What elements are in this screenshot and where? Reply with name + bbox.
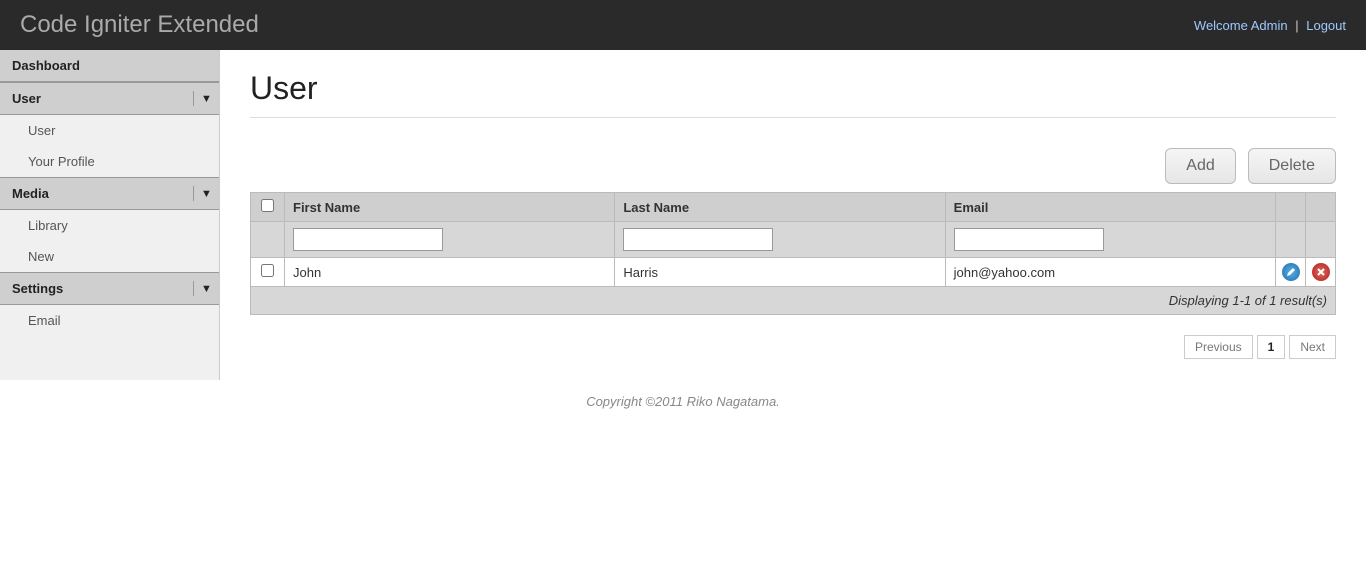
- sidebar-item-your-profile[interactable]: Your Profile: [0, 146, 219, 177]
- page-title: User: [250, 70, 1336, 107]
- add-button[interactable]: Add: [1165, 148, 1235, 184]
- sidebar: Dashboard User ▼ User Your Profile Media…: [0, 50, 220, 380]
- header-edit-col: [1276, 193, 1306, 222]
- sidebar-label-settings: Settings: [12, 281, 63, 296]
- sidebar-item-dashboard[interactable]: Dashboard: [0, 50, 219, 82]
- table-footer-row: Displaying 1-1 of 1 result(s): [251, 287, 1336, 315]
- sidebar-label-dashboard: Dashboard: [12, 58, 80, 73]
- main-content: User Add Delete First Name Last Name Ema…: [220, 50, 1366, 380]
- pager-next[interactable]: Next: [1289, 335, 1336, 359]
- select-all-checkbox[interactable]: [261, 199, 274, 212]
- logout-link[interactable]: Logout: [1306, 18, 1346, 33]
- table-summary: Displaying 1-1 of 1 result(s): [251, 287, 1336, 315]
- filter-edit-cell: [1276, 222, 1306, 258]
- row-checkbox[interactable]: [261, 264, 274, 277]
- chevron-down-icon[interactable]: ▼: [193, 186, 219, 201]
- delete-button[interactable]: Delete: [1248, 148, 1336, 184]
- header-email[interactable]: Email: [945, 193, 1275, 222]
- sidebar-label-media: Media: [12, 186, 49, 201]
- header-delete-col: [1306, 193, 1336, 222]
- cell-last-name: Harris: [615, 258, 945, 287]
- filter-checkbox-cell: [251, 222, 285, 258]
- filter-last-name-cell: [615, 222, 945, 258]
- divider: [250, 117, 1336, 118]
- brand-title: Code Igniter Extended: [20, 11, 259, 39]
- action-bar: Add Delete: [250, 148, 1336, 184]
- cell-first-name: John: [285, 258, 615, 287]
- delete-icon[interactable]: [1312, 263, 1330, 281]
- page-footer: Copyright ©2011 Riko Nagatama.: [0, 380, 1366, 423]
- header-checkbox-cell: [251, 193, 285, 222]
- filter-last-name-input[interactable]: [623, 228, 773, 251]
- sidebar-item-user[interactable]: User: [0, 115, 219, 146]
- chevron-down-icon[interactable]: ▼: [193, 91, 219, 106]
- edit-icon[interactable]: [1282, 263, 1300, 281]
- filter-first-name-input[interactable]: [293, 228, 443, 251]
- sidebar-item-email[interactable]: Email: [0, 305, 219, 336]
- chevron-down-icon[interactable]: ▼: [193, 281, 219, 296]
- sidebar-section-settings[interactable]: Settings ▼: [0, 272, 219, 305]
- pager: Previous 1 Next: [250, 335, 1336, 359]
- row-checkbox-cell: [251, 258, 285, 287]
- separator: |: [1295, 18, 1298, 33]
- pager-page-1[interactable]: 1: [1257, 335, 1286, 359]
- table-filter-row: [251, 222, 1336, 258]
- sidebar-item-new[interactable]: New: [0, 241, 219, 272]
- app-header: Code Igniter Extended Welcome Admin | Lo…: [0, 0, 1366, 50]
- header-last-name[interactable]: Last Name: [615, 193, 945, 222]
- sidebar-item-library[interactable]: Library: [0, 210, 219, 241]
- sidebar-label-user: User: [12, 91, 41, 106]
- cell-delete: [1306, 258, 1336, 287]
- filter-email-input[interactable]: [954, 228, 1104, 251]
- filter-delete-cell: [1306, 222, 1336, 258]
- cell-email: john@yahoo.com: [945, 258, 1275, 287]
- header-right: Welcome Admin | Logout: [1194, 18, 1346, 33]
- filter-email-cell: [945, 222, 1275, 258]
- table-header-row: First Name Last Name Email: [251, 193, 1336, 222]
- table-row: John Harris john@yahoo.com: [251, 258, 1336, 287]
- welcome-link[interactable]: Welcome Admin: [1194, 18, 1288, 33]
- header-first-name[interactable]: First Name: [285, 193, 615, 222]
- sidebar-section-media[interactable]: Media ▼: [0, 177, 219, 210]
- filter-first-name-cell: [285, 222, 615, 258]
- pager-prev[interactable]: Previous: [1184, 335, 1253, 359]
- cell-edit: [1276, 258, 1306, 287]
- user-table: First Name Last Name Email: [250, 192, 1336, 315]
- sidebar-section-user[interactable]: User ▼: [0, 82, 219, 115]
